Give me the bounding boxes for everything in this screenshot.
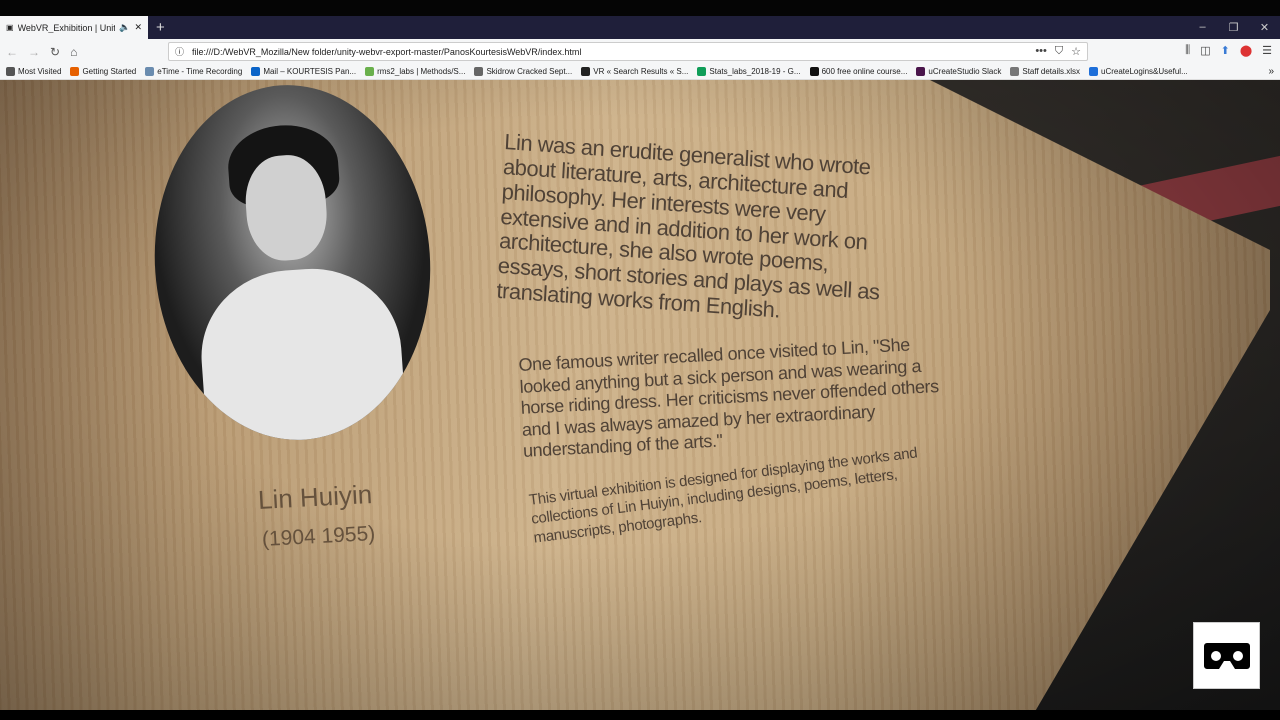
- reload-icon[interactable]: ↻: [50, 45, 60, 59]
- bookmark-star-icon[interactable]: ☆: [1071, 45, 1081, 58]
- bookmark-item[interactable]: Staff details.xlsx: [1010, 67, 1080, 76]
- pocket-icon[interactable]: ⛉: [1055, 45, 1063, 58]
- bookmark-favicon-icon: [1010, 67, 1020, 76]
- tab-title: WebVR_Exhibition | Unity-WebVR: [17, 22, 116, 33]
- back-icon[interactable]: ←: [6, 45, 18, 59]
- info-icon[interactable]: ⓘ: [175, 45, 184, 58]
- bookmark-favicon-icon: [145, 67, 155, 76]
- bookmark-item[interactable]: Mail – KOURTESIS Pan...: [251, 67, 356, 76]
- page-actions-icon[interactable]: •••: [1035, 45, 1047, 58]
- vr-favicon-icon: ▣: [6, 23, 14, 32]
- extension-icon[interactable]: ⬆: [1221, 44, 1230, 57]
- vr-headset-icon: [1203, 642, 1250, 669]
- tab-bar: ▣ WebVR_Exhibition | Unity-WebVR 🔈 ✕ + –…: [0, 16, 1280, 39]
- minimize-button[interactable]: –: [1187, 21, 1218, 34]
- bookmark-item[interactable]: Stats_labs_2018-19 - G...: [697, 67, 801, 76]
- home-icon[interactable]: ⌂: [70, 45, 77, 59]
- bookmark-favicon-icon: [697, 67, 707, 76]
- bookmark-item[interactable]: 600 free online course...: [809, 67, 908, 76]
- bookmark-item[interactable]: Skidrow Cracked Sept...: [474, 67, 572, 76]
- bookmark-label: Most Visited: [18, 67, 62, 76]
- portrait-dress: [195, 262, 409, 450]
- bookmark-label: VR « Search Results « S...: [593, 67, 689, 76]
- bookmark-item[interactable]: eTime - Time Recording: [145, 67, 242, 76]
- bookmark-label: 600 free online course...: [821, 67, 908, 76]
- bookmark-favicon-icon: [916, 67, 926, 76]
- bookmark-label: Mail – KOURTESIS Pan...: [263, 67, 357, 76]
- biography-paragraph-2: One famous writer recalled once visited …: [518, 334, 940, 462]
- bookmark-item[interactable]: uCreateLogins&Useful...: [1089, 67, 1188, 76]
- bookmark-label: Stats_labs_2018-19 - G...: [709, 67, 801, 76]
- bookmark-item[interactable]: Most Visited: [6, 67, 61, 76]
- enter-vr-button[interactable]: [1193, 622, 1260, 689]
- bookmark-favicon-icon: [70, 67, 80, 76]
- bookmark-favicon-icon: [251, 67, 261, 76]
- bookmark-favicon-icon: [365, 67, 375, 76]
- bookmark-item[interactable]: VR « Search Results « S...: [581, 67, 688, 76]
- screen-bottom-bar: [0, 710, 1280, 720]
- screen-top-bar: [0, 0, 1280, 16]
- bookmark-item[interactable]: rms2_labs | Methods/S...: [365, 67, 465, 76]
- bookmark-item[interactable]: uCreateStudio Slack: [916, 67, 1001, 76]
- library-icon[interactable]: ⫼: [1185, 44, 1190, 57]
- close-window-button[interactable]: ✕: [1249, 21, 1280, 34]
- exhibit-name: Lin Huiyin: [257, 479, 373, 515]
- url-text[interactable]: file:///D:/WebVR_Mozilla/New folder/unit…: [192, 47, 581, 57]
- bookmark-label: Staff details.xlsx: [1022, 67, 1081, 76]
- bookmark-item[interactable]: Getting Started: [70, 67, 136, 76]
- restore-button[interactable]: ❐: [1218, 21, 1249, 34]
- bookmark-favicon-icon: [1089, 67, 1099, 76]
- bookmark-favicon-icon: [474, 67, 484, 76]
- bookmark-favicon-icon: [6, 67, 15, 76]
- new-tab-button[interactable]: +: [156, 19, 165, 36]
- speaker-icon[interactable]: 🔈: [119, 22, 130, 33]
- tab-webvr-exhibition[interactable]: ▣ WebVR_Exhibition | Unity-WebVR 🔈 ✕: [0, 16, 148, 39]
- sidebar-icon[interactable]: ◫: [1200, 44, 1210, 57]
- bookmark-label: Skidrow Cracked Sept...: [486, 67, 573, 76]
- bookmark-favicon-icon: [581, 67, 591, 76]
- bookmark-label: rms2_labs | Methods/S...: [377, 67, 466, 76]
- bookmarks-bar: Most Visited Getting Started eTime - Time …: [0, 64, 1280, 80]
- vr-scene[interactable]: Lin Huiyin (1904 1955) Lin was an erudit…: [0, 80, 1280, 710]
- more-bookmarks-icon[interactable]: »: [1268, 66, 1274, 77]
- adblock-icon[interactable]: ⬤: [1240, 44, 1252, 57]
- close-tab-icon[interactable]: ✕: [134, 22, 142, 33]
- bookmark-label: eTime - Time Recording: [157, 67, 243, 76]
- forward-icon[interactable]: →: [28, 45, 40, 59]
- biography-paragraph-1: Lin was an erudite generalist who wrote …: [495, 129, 881, 323]
- bookmark-label: uCreateLogins&Useful...: [1101, 67, 1188, 76]
- bookmark-favicon-icon: [809, 67, 819, 76]
- menu-icon[interactable]: ☰: [1262, 44, 1272, 57]
- url-bar[interactable]: ⓘ file:///D:/WebVR_Mozilla/New folder/un…: [168, 42, 1088, 61]
- bookmark-label: uCreateStudio Slack: [928, 67, 1002, 76]
- navigation-bar: ← → ↻ ⌂ ⓘ file:///D:/WebVR_Mozilla/New f…: [0, 39, 1280, 64]
- bookmark-label: Getting Started: [82, 67, 137, 76]
